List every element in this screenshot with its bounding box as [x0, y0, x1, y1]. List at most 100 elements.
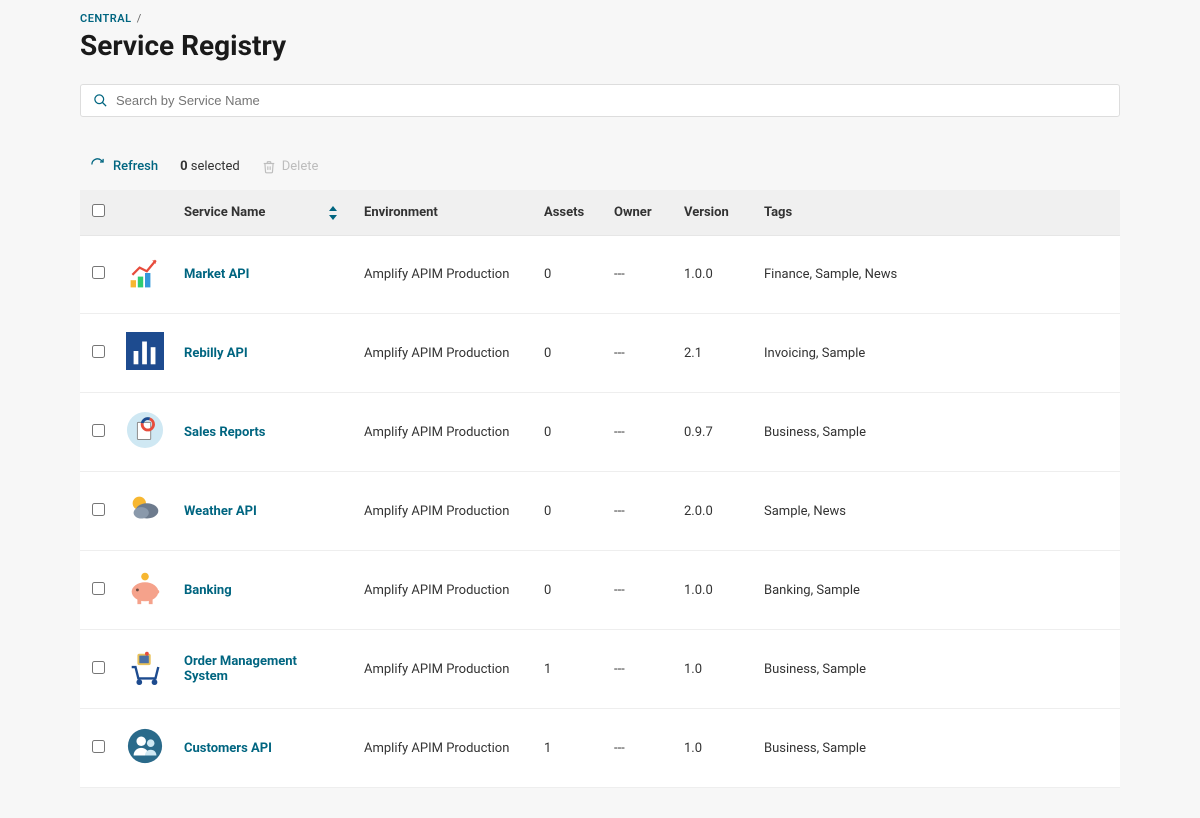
table-row: Sales Reports Amplify APIM Production0---… [80, 393, 1120, 472]
row-service-name[interactable]: Rebilly API [174, 314, 354, 393]
row-checkbox-cell[interactable] [80, 236, 116, 314]
search-box[interactable] [80, 84, 1120, 117]
row-assets: 0 [534, 472, 604, 551]
delete-button: Delete [262, 159, 319, 174]
row-icon-cell [116, 709, 174, 788]
row-icon-cell [116, 630, 174, 709]
service-link[interactable]: Rebilly API [184, 346, 248, 361]
row-tags: Business, Sample [754, 393, 1120, 472]
table-row: BankingAmplify APIM Production0---1.0.0B… [80, 551, 1120, 630]
header-owner[interactable]: Owner [604, 190, 674, 236]
row-assets: 1 [534, 630, 604, 709]
sort-icon[interactable] [328, 206, 338, 220]
row-icon-cell [116, 551, 174, 630]
row-service-name[interactable]: Order Management System [174, 630, 354, 709]
refresh-icon [90, 157, 105, 176]
table-row: Weather APIAmplify APIM Production0---2.… [80, 472, 1120, 551]
services-table: Service Name Environment Assets Owner Ve… [80, 190, 1120, 788]
service-link[interactable]: Market API [184, 267, 249, 282]
row-owner: --- [604, 551, 674, 630]
row-service-name[interactable]: Banking [174, 551, 354, 630]
service-icon [126, 411, 164, 449]
service-link[interactable]: Banking [184, 583, 232, 598]
table-row: Order Management System Amplify APIM Prod… [80, 630, 1120, 709]
toolbar: Refresh 0 selected Delete [80, 157, 1120, 190]
row-checkbox-cell[interactable] [80, 314, 116, 393]
row-owner: --- [604, 314, 674, 393]
delete-label: Delete [282, 159, 319, 174]
header-tags[interactable]: Tags [754, 190, 1120, 236]
header-select-all[interactable] [80, 190, 116, 236]
row-environment: Amplify APIM Production [354, 630, 534, 709]
row-checkbox[interactable] [92, 661, 105, 674]
service-icon [126, 569, 164, 607]
row-icon-cell [116, 472, 174, 551]
row-checkbox-cell[interactable] [80, 551, 116, 630]
row-checkbox[interactable] [92, 740, 105, 753]
service-link[interactable]: Sales Reports [184, 425, 266, 440]
header-assets[interactable]: Assets [534, 190, 604, 236]
row-owner: --- [604, 472, 674, 551]
row-owner: --- [604, 393, 674, 472]
row-checkbox[interactable] [92, 503, 105, 516]
row-environment: Amplify APIM Production [354, 393, 534, 472]
header-service-name[interactable]: Service Name [174, 190, 354, 236]
service-icon [126, 648, 164, 686]
row-owner: --- [604, 630, 674, 709]
row-tags: Sample, News [754, 472, 1120, 551]
row-service-name[interactable]: Customers API [174, 709, 354, 788]
row-service-name[interactable]: Weather API [174, 472, 354, 551]
row-tags: Finance, Sample, News [754, 236, 1120, 314]
refresh-label: Refresh [113, 159, 158, 174]
row-tags: Business, Sample [754, 630, 1120, 709]
row-assets: 0 [534, 314, 604, 393]
service-icon [126, 332, 164, 370]
trash-icon [262, 160, 276, 174]
row-checkbox-cell[interactable] [80, 393, 116, 472]
row-icon-cell [116, 393, 174, 472]
row-version: 0.9.7 [674, 393, 754, 472]
row-owner: --- [604, 709, 674, 788]
row-checkbox[interactable] [92, 345, 105, 358]
refresh-button[interactable]: Refresh [90, 157, 158, 176]
row-assets: 0 [534, 393, 604, 472]
service-icon [126, 490, 164, 528]
row-tags: Invoicing, Sample [754, 314, 1120, 393]
row-version: 2.1 [674, 314, 754, 393]
search-input[interactable] [116, 93, 1107, 108]
header-environment[interactable]: Environment [354, 190, 534, 236]
row-environment: Amplify APIM Production [354, 472, 534, 551]
row-checkbox-cell[interactable] [80, 630, 116, 709]
table-row: Customers API Amplify APIM Production1---… [80, 709, 1120, 788]
row-environment: Amplify APIM Production [354, 709, 534, 788]
row-assets: 1 [534, 709, 604, 788]
service-link[interactable]: Weather API [184, 504, 257, 519]
service-link[interactable]: Customers API [184, 741, 272, 756]
service-icon [126, 254, 164, 292]
table-row: Rebilly API Amplify APIM Production0---2.… [80, 314, 1120, 393]
breadcrumb[interactable]: CENTRAL / [80, 12, 1120, 25]
row-environment: Amplify APIM Production [354, 314, 534, 393]
header-version[interactable]: Version [674, 190, 754, 236]
row-checkbox-cell[interactable] [80, 472, 116, 551]
row-service-name[interactable]: Sales Reports [174, 393, 354, 472]
page-title: Service Registry [80, 29, 1120, 62]
select-all-checkbox[interactable] [92, 204, 105, 217]
service-icon [126, 727, 164, 765]
row-checkbox[interactable] [92, 582, 105, 595]
breadcrumb-parent[interactable]: CENTRAL [80, 12, 132, 25]
row-tags: Business, Sample [754, 709, 1120, 788]
service-link[interactable]: Order Management System [184, 654, 297, 684]
row-icon-cell [116, 314, 174, 393]
row-checkbox[interactable] [92, 266, 105, 279]
row-checkbox[interactable] [92, 424, 105, 437]
row-owner: --- [604, 236, 674, 314]
row-service-name[interactable]: Market API [174, 236, 354, 314]
row-assets: 0 [534, 551, 604, 630]
row-checkbox-cell[interactable] [80, 709, 116, 788]
row-version: 1.0.0 [674, 551, 754, 630]
header-icon [116, 190, 174, 236]
breadcrumb-separator: / [137, 12, 142, 25]
row-environment: Amplify APIM Production [354, 551, 534, 630]
row-version: 1.0 [674, 630, 754, 709]
